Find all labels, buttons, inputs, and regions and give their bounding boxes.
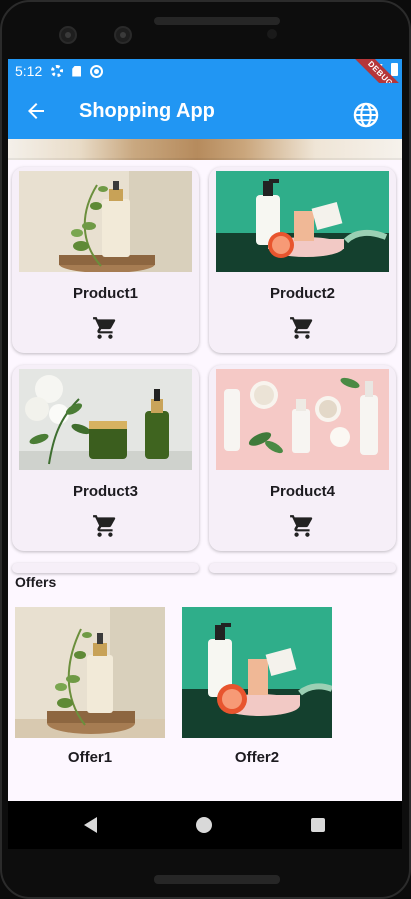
product-image [216, 171, 389, 272]
language-button[interactable] [352, 101, 380, 129]
product-image [19, 369, 192, 470]
product-card[interactable]: Product4 [209, 365, 396, 551]
product-card-partial [12, 563, 199, 573]
bottom-speaker [154, 875, 280, 884]
status-bar: 5:12 DEBUG [8, 59, 402, 113]
status-time: 5:12 [15, 63, 43, 79]
offers-section-title: Offers [15, 574, 57, 590]
product-card[interactable]: Product2 [209, 167, 396, 353]
product-card[interactable]: Product1 [12, 167, 199, 353]
proximity-sensor [267, 29, 277, 39]
offer-image [182, 607, 332, 738]
product-image [19, 171, 192, 272]
offer-image [15, 607, 165, 738]
app-bar: Shopping App [8, 83, 402, 139]
add-to-cart-icon[interactable] [92, 513, 118, 539]
back-button[interactable] [24, 99, 48, 123]
sd-card-icon [72, 65, 82, 77]
offers-carousel[interactable]: Offer1 Offer2 [8, 607, 402, 801]
settings-gear-icon [51, 65, 64, 77]
product-name: Product4 [269, 483, 335, 500]
product-name: Product1 [72, 285, 138, 302]
offer-name: Offer2 [234, 749, 280, 766]
product-name: Product3 [72, 483, 138, 500]
top-bezel [2, 2, 409, 59]
product-image [216, 369, 389, 470]
add-to-cart-icon[interactable] [92, 315, 118, 341]
add-to-cart-icon[interactable] [289, 315, 315, 341]
front-camera-icon [59, 26, 77, 44]
front-sensor-icon [114, 26, 132, 44]
sync-icon [90, 64, 104, 78]
nav-back-icon[interactable] [84, 817, 97, 833]
add-to-cart-icon[interactable] [289, 513, 315, 539]
battery-icon [391, 63, 398, 76]
screen: 5:12 DEBUG Shopping App Product1 Product… [8, 59, 402, 801]
globe-icon [353, 102, 379, 128]
nav-home-icon[interactable] [196, 817, 212, 833]
system-nav-bar [8, 801, 402, 849]
arrow-back-icon [28, 103, 44, 119]
nav-recents-icon[interactable] [311, 818, 325, 832]
phone-frame: 5:12 DEBUG Shopping App Product1 Product… [0, 0, 411, 899]
earpiece-speaker [154, 17, 280, 25]
hero-banner-partial [8, 139, 402, 160]
product-card[interactable]: Product3 [12, 365, 199, 551]
app-title: Shopping App [79, 100, 215, 122]
product-card-partial [209, 563, 396, 573]
content-scroll[interactable]: Product1 Product2 Product3 Product4 Offe… [8, 139, 402, 801]
product-name: Product2 [269, 285, 335, 302]
offer-name: Offer1 [67, 749, 113, 766]
